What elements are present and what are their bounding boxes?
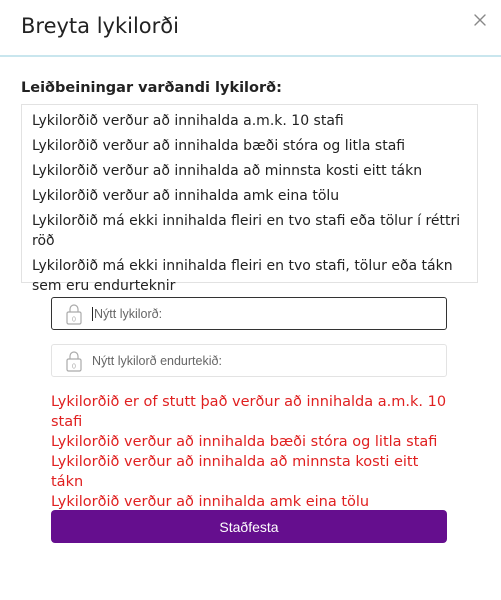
lock-icon: 0 (65, 350, 83, 372)
guideline-rule: Lykilorðið verður að innihalda amk eina … (32, 188, 340, 204)
new-password-placeholder: Nýtt lykilorð: (94, 306, 163, 321)
new-password-field[interactable]: 0 Nýtt lykilorð: (51, 297, 447, 330)
change-password-dialog: Breyta lykilorði Leiðbeiningar varðandi … (0, 0, 501, 600)
text-caret (92, 306, 93, 321)
repeat-password-placeholder: Nýtt lykilorð endurtekið: (92, 353, 222, 368)
guidelines-box: Lykilorðið verður að innihalda a.m.k. 10… (21, 104, 478, 294)
error-message: Lykilorðið verður að innihalda að minnst… (51, 454, 419, 490)
error-list: Lykilorðið er of stutt það verður að inn… (51, 392, 451, 512)
error-message: Lykilorðið verður að innihalda amk eina … (51, 494, 370, 510)
guideline-rule: Lykilorðið má ekki innihalda fleiri en t… (32, 213, 461, 249)
close-icon[interactable] (470, 10, 490, 30)
svg-text:0: 0 (72, 316, 76, 323)
confirm-button[interactable]: Staðfesta (51, 510, 447, 543)
lock-icon: 0 (65, 303, 83, 325)
error-message: Lykilorðið er of stutt það verður að inn… (51, 394, 447, 430)
error-message: Lykilorðið verður að innihalda bæði stór… (51, 434, 438, 450)
guideline-rule: Lykilorðið verður að innihalda a.m.k. 10… (32, 113, 344, 129)
guideline-rule: Lykilorðið verður að innihalda bæði stór… (32, 138, 406, 154)
dialog-title: Breyta lykilorði (21, 14, 179, 38)
repeat-password-field[interactable]: 0 Nýtt lykilorð endurtekið: (51, 344, 447, 377)
guideline-rule: Lykilorðið verður að innihalda að minnst… (32, 163, 423, 179)
svg-text:0: 0 (72, 363, 76, 370)
dialog-header: Breyta lykilorði (0, 0, 501, 57)
guideline-rule: Lykilorðið má ekki innihalda fleiri en t… (32, 258, 453, 294)
guidelines-title: Leiðbeiningar varðandi lykilorð: (21, 80, 282, 96)
